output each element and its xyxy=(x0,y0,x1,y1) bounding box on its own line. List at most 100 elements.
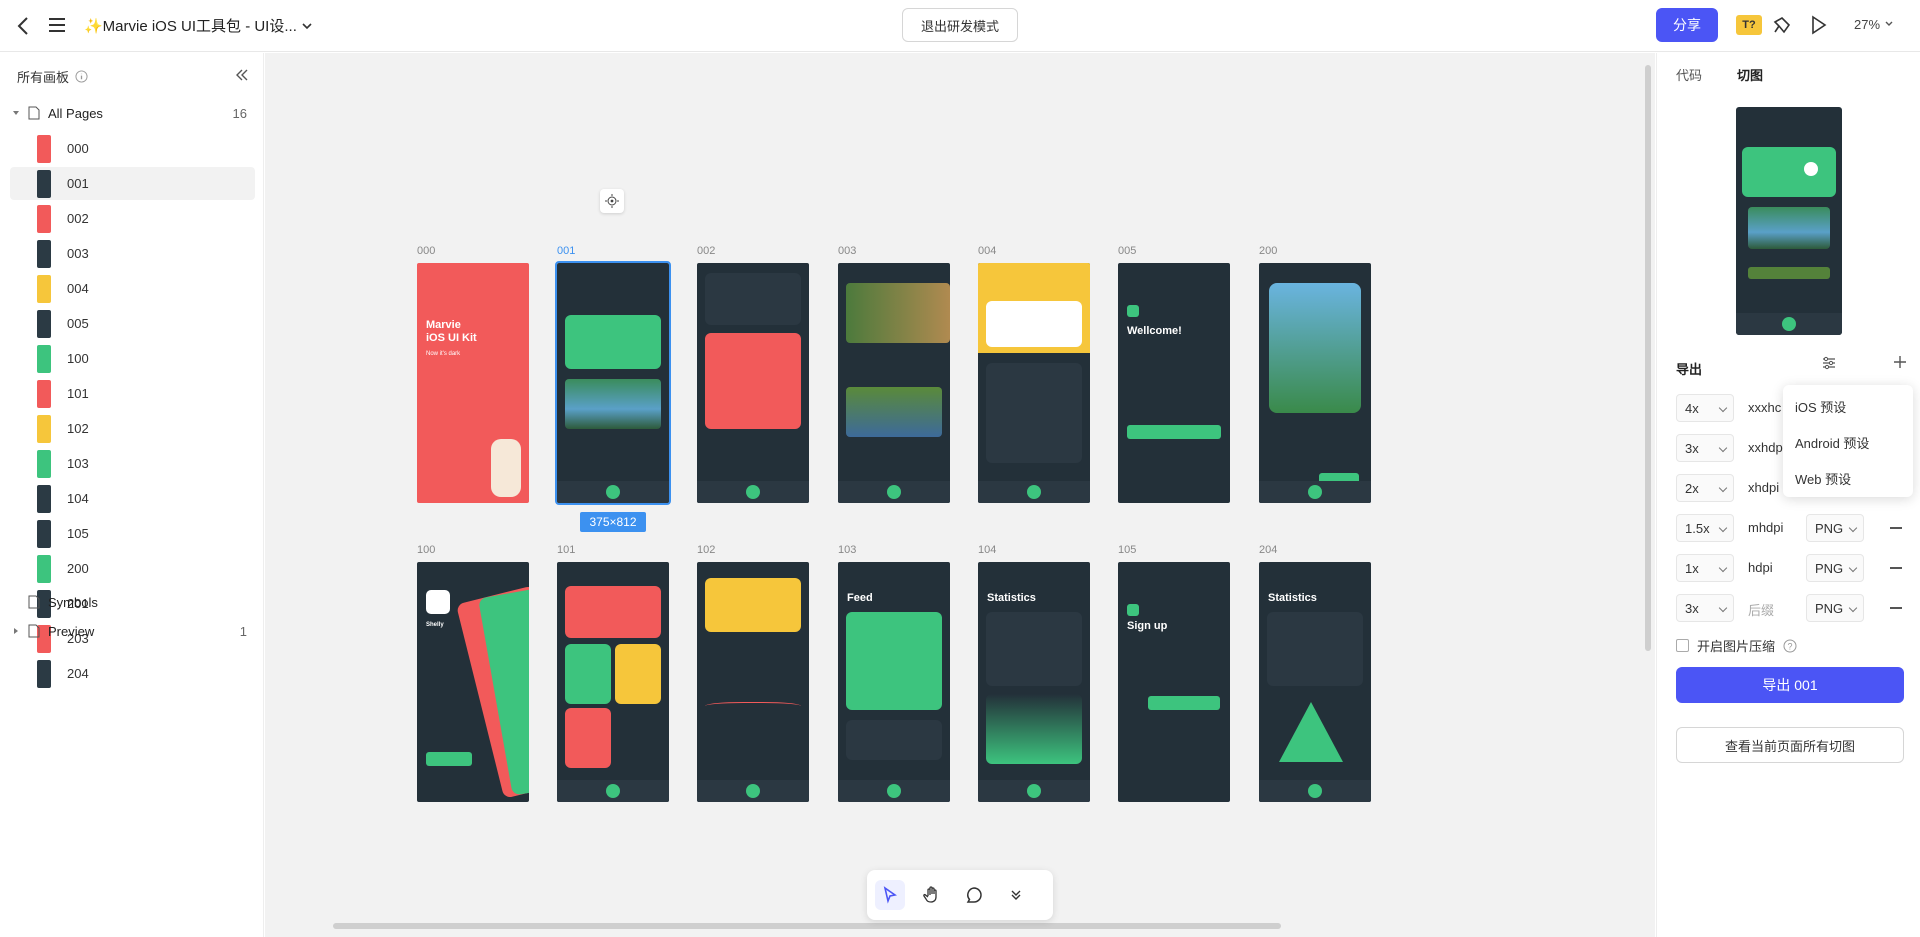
scale-select[interactable]: 1.5x xyxy=(1676,514,1734,542)
page-item[interactable]: 200 xyxy=(10,552,255,585)
artboard-label[interactable]: 200 xyxy=(1259,245,1277,257)
scale-select[interactable]: 3x xyxy=(1676,434,1734,462)
suffix-input[interactable]: xhdpi xyxy=(1748,480,1779,495)
export-settings-icon[interactable] xyxy=(1821,355,1837,374)
hand-tool-icon[interactable] xyxy=(917,880,947,910)
artboard[interactable]: Shelly xyxy=(417,562,529,802)
artboard[interactable] xyxy=(557,562,669,802)
artboard-label[interactable]: 003 xyxy=(838,245,856,257)
page-item[interactable]: 002 xyxy=(10,202,255,235)
artboard[interactable]: Sign up xyxy=(1118,562,1230,802)
format-value: PNG xyxy=(1815,520,1844,536)
artboard-label[interactable]: 100 xyxy=(417,544,435,556)
page-item[interactable]: 001 xyxy=(10,167,255,200)
preset-ios[interactable]: iOS 预设 xyxy=(1795,397,1846,416)
artboard[interactable] xyxy=(697,263,809,503)
suffix-input[interactable]: 后缀 xyxy=(1748,600,1774,619)
artboard[interactable] xyxy=(838,263,950,503)
remove-export-icon[interactable] xyxy=(1890,567,1902,569)
artboard-label[interactable]: 004 xyxy=(978,245,996,257)
comment-tool-icon[interactable] xyxy=(959,880,989,910)
artboard-label[interactable]: 204 xyxy=(1259,544,1277,556)
document-title[interactable]: ✨Marvie iOS UI工具包 - UI设... xyxy=(84,15,313,36)
more-tools-icon[interactable] xyxy=(1001,880,1031,910)
suffix-input[interactable]: xxxhc xyxy=(1748,400,1781,415)
caret-right-icon[interactable] xyxy=(12,627,20,635)
zoom-control[interactable]: 27% xyxy=(1854,17,1894,32)
highlight-icon[interactable] xyxy=(1770,13,1794,37)
caret-down-icon[interactable] xyxy=(12,109,20,117)
artboard-label[interactable]: 105 xyxy=(1118,544,1136,556)
artboard[interactable]: Feed xyxy=(838,562,950,802)
tree-preview[interactable]: Preview 1 xyxy=(0,616,264,646)
preview-image xyxy=(1748,207,1830,249)
artboard-label[interactable]: 000 xyxy=(417,245,435,257)
format-select[interactable]: PNG xyxy=(1806,514,1864,542)
menu-icon[interactable] xyxy=(46,14,68,36)
suffix-input[interactable]: xxhdpi xyxy=(1748,440,1786,455)
preset-android[interactable]: Android 预设 xyxy=(1795,433,1869,452)
compress-label: 开启图片压缩 xyxy=(1697,639,1776,654)
select-tool-icon[interactable] xyxy=(875,880,905,910)
artboard-label[interactable]: 002 xyxy=(697,245,715,257)
tab-slice[interactable]: 切图 xyxy=(1737,65,1763,84)
page-item[interactable]: 004 xyxy=(10,272,255,305)
design-canvas[interactable]: 000 Marvie iOS UI Kit Now it's dark 001 002 00… xyxy=(265,53,1655,937)
page-item[interactable]: 104 xyxy=(10,482,255,515)
compress-checkbox[interactable] xyxy=(1676,639,1689,652)
help-icon[interactable]: ? xyxy=(1783,639,1797,653)
artboard[interactable]: Feed xyxy=(697,562,809,802)
artboard[interactable]: Marvie iOS UI Kit Now it's dark xyxy=(417,263,529,503)
artboard-label[interactable]: 001 xyxy=(557,245,575,257)
artboard[interactable]: Wellcome! xyxy=(1118,263,1230,503)
locate-icon[interactable] xyxy=(600,189,624,213)
vertical-scrollbar[interactable] xyxy=(1645,65,1651,651)
scale-select[interactable]: 4x xyxy=(1676,394,1734,422)
tab-code[interactable]: 代码 xyxy=(1676,65,1702,84)
info-icon[interactable] xyxy=(75,70,88,83)
compress-option[interactable]: 开启图片压缩 ? xyxy=(1676,636,1797,655)
add-export-icon[interactable] xyxy=(1893,355,1907,372)
artboard-label[interactable]: 103 xyxy=(838,544,856,556)
page-item[interactable]: 105 xyxy=(10,517,255,550)
share-button[interactable]: 分享 xyxy=(1656,8,1718,42)
artboard[interactable]: Statistics xyxy=(1259,562,1371,802)
tree-all-pages[interactable]: All Pages 16 xyxy=(0,98,264,128)
page-item[interactable]: 101 xyxy=(10,377,255,410)
format-select[interactable]: PNG xyxy=(1806,554,1864,582)
back-icon[interactable] xyxy=(12,14,36,38)
page-item[interactable]: 003 xyxy=(10,237,255,270)
suffix-input[interactable]: hdpi xyxy=(1748,560,1773,575)
preset-web[interactable]: Web 预设 xyxy=(1795,469,1851,488)
artboard[interactable]: Statistics xyxy=(978,562,1090,802)
artboard-label[interactable]: 104 xyxy=(978,544,996,556)
page-item[interactable]: 204 xyxy=(10,657,255,690)
remove-export-icon[interactable] xyxy=(1890,607,1902,609)
page-item[interactable]: 100 xyxy=(10,342,255,375)
export-button[interactable]: 导出 001 xyxy=(1676,667,1904,703)
artboard-label[interactable]: 102 xyxy=(697,544,715,556)
scale-select[interactable]: 2x xyxy=(1676,474,1734,502)
avatar[interactable]: T? xyxy=(1736,15,1762,35)
exit-dev-mode-button[interactable]: 退出研发模式 xyxy=(902,8,1018,42)
page-item[interactable]: 103 xyxy=(10,447,255,480)
play-icon[interactable] xyxy=(1806,13,1830,37)
collapse-panel-icon[interactable] xyxy=(234,67,250,83)
artboard-label[interactable]: 101 xyxy=(557,544,575,556)
artboard[interactable] xyxy=(1259,263,1371,503)
page-item[interactable]: 102 xyxy=(10,412,255,445)
page-item[interactable]: 005 xyxy=(10,307,255,340)
horizontal-scrollbar[interactable] xyxy=(333,923,1281,929)
format-select[interactable]: PNG xyxy=(1806,594,1864,622)
artboard[interactable] xyxy=(978,263,1090,503)
suffix-input[interactable]: mhdpi xyxy=(1748,520,1783,535)
artboard-label[interactable]: 005 xyxy=(1118,245,1136,257)
page-item[interactable]: 000 xyxy=(10,132,255,165)
view-all-slices-button[interactable]: 查看当前页面所有切图 xyxy=(1676,727,1904,763)
tree-symbols[interactable]: Symbols xyxy=(0,587,264,617)
artboard[interactable] xyxy=(555,261,671,505)
format-value: PNG xyxy=(1815,600,1844,616)
scale-select[interactable]: 3x xyxy=(1676,594,1734,622)
scale-select[interactable]: 1x xyxy=(1676,554,1734,582)
remove-export-icon[interactable] xyxy=(1890,527,1902,529)
